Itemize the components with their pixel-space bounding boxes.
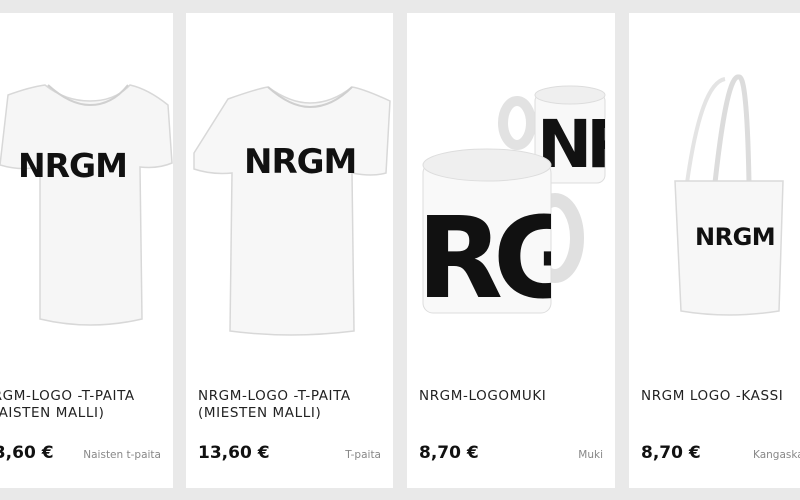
product-category: Naisten t-paita — [83, 449, 161, 461]
product-title[interactable]: NRGM-LOGO -T-PAITA (MIESTEN MALLI) — [198, 388, 385, 422]
nrgm-logo: NRGM — [244, 142, 356, 182]
product-card-womens-tshirt[interactable]: NRGM NRGM-LOGO -T-PAITA (NAISTEN MALLI) … — [0, 13, 173, 488]
product-category: Kangaskassi — [753, 449, 800, 461]
mens-tshirt-image[interactable]: NRGM — [186, 13, 393, 343]
product-price: 13,60 € — [198, 443, 270, 463]
mug-image[interactable]: NRGM NRGM — [407, 13, 615, 343]
product-category: Muki — [578, 449, 603, 461]
product-category: T-paita — [345, 449, 381, 461]
nrgm-logo: NRGM — [695, 223, 775, 251]
product-title[interactable]: NRGM LOGO -KASSI — [641, 388, 800, 405]
product-price: 8,70 € — [641, 443, 701, 463]
womens-tshirt-image[interactable]: NRGM — [0, 13, 173, 343]
tote-bag-image[interactable]: NRGM — [629, 13, 800, 343]
product-price: 8,70 € — [419, 443, 479, 463]
nrgm-logo: NRGM — [407, 194, 615, 324]
product-title[interactable]: NRGM-LOGO -T-PAITA (NAISTEN MALLI) — [0, 388, 165, 422]
product-title[interactable]: NRGM-LOGOMUKI — [419, 388, 607, 405]
product-card-mens-tshirt[interactable]: NRGM NRGM-LOGO -T-PAITA (MIESTEN MALLI) … — [186, 13, 393, 488]
product-price: 13,60 € — [0, 443, 54, 463]
product-card-mug[interactable]: NRGM NRGM NRGM-LOGOMUKI 8,70 € Muki — [407, 13, 615, 488]
product-card-tote-bag[interactable]: NRGM NRGM LOGO -KASSI 8,70 € Kangaskassi — [629, 13, 800, 488]
nrgm-logo: NRGM — [18, 146, 127, 185]
